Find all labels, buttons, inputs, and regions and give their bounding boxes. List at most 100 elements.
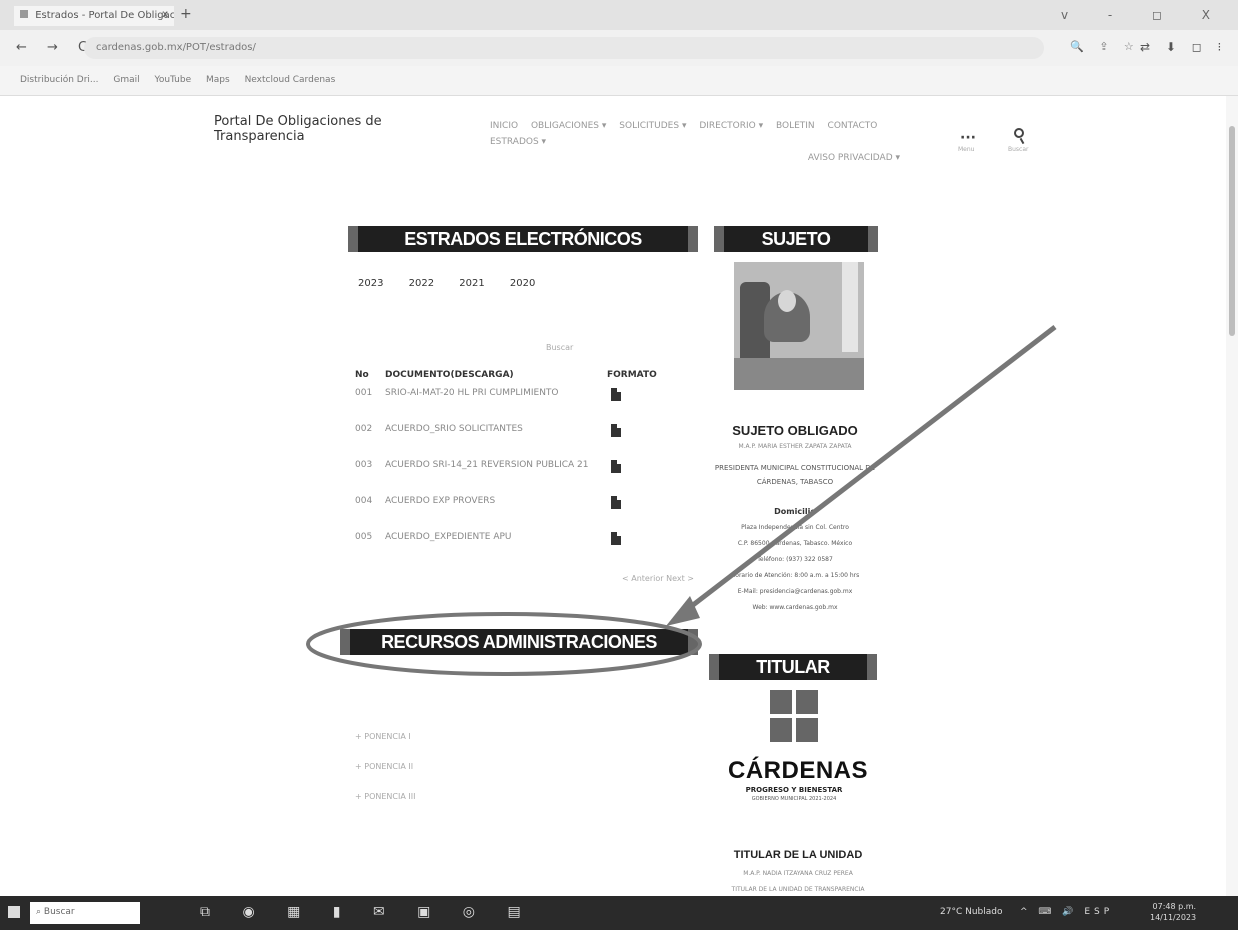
start-icon[interactable] [8, 906, 20, 918]
table-row: 003 ACUERDO SRI-14_21 REVERSION PUBLICA … [355, 460, 695, 496]
browser-tab-bar: Estrados - Portal De Obligacion x + v - … [0, 0, 1238, 30]
logo-wordmark: CÁRDENAS [728, 757, 869, 784]
tab-year[interactable]: 2022 [409, 278, 434, 289]
taskbar-search[interactable]: ⌕ Buscar [30, 902, 140, 924]
nav-item-inicio[interactable]: INICIO [490, 121, 518, 131]
more-menu-icon[interactable]: ··· [960, 130, 976, 146]
table-row: 005 ACUERDO_EXPEDIENTE APU [355, 532, 695, 568]
window-controls[interactable]: v - ◻ X [1061, 8, 1228, 22]
clock-time: 07:48 p.m. [1152, 902, 1197, 911]
contact-web[interactable]: Web: www.cardenas.gob.mx [708, 600, 882, 616]
url-action-icons[interactable]: 🔍 ⇪ ☆ [1070, 40, 1140, 53]
taskbar-search-text: Buscar [43, 907, 75, 917]
bookmarks-bar: Distribución Dri... Gmail YouTube Maps N… [0, 66, 1238, 96]
pdf-file-icon[interactable] [611, 496, 621, 509]
bookmark-item[interactable]: Gmail [113, 75, 139, 85]
contact-line: Plaza Independencia sin Col. Centro [741, 524, 849, 531]
col-formato: FORMATO [607, 370, 657, 380]
table-row: 002 ACUERDO_SRIO SOLICITANTES [355, 424, 695, 460]
tab-year[interactable]: 2021 [459, 278, 484, 289]
sujeto-title: SUJETO OBLIGADO [732, 423, 858, 438]
cardenas-logo-icon [770, 690, 818, 742]
tab-close-button[interactable]: x [162, 9, 168, 20]
new-tab-button[interactable]: + [180, 6, 192, 22]
col-no: No [355, 370, 369, 380]
titular-unidad-title: TITULAR DE LA UNIDAD [733, 849, 863, 861]
bookmark-item[interactable]: Nextcloud Cardenas [245, 75, 336, 85]
ponencia-link[interactable]: + PONENCIA II [355, 762, 415, 771]
nav-item-boletin[interactable]: BOLETIN [776, 121, 815, 131]
weather-widget[interactable]: 27°C Nublado [940, 907, 1002, 917]
contact-line: Teléfono: (937) 322 0587 [757, 556, 833, 563]
domicilio-label: Domicilio [774, 507, 816, 516]
nav-item-aviso-privacidad[interactable]: AVISO PRIVACIDAD ▾ [808, 153, 900, 163]
table-header: No DOCUMENTO(DESCARGA) FORMATO [355, 370, 695, 388]
extension-icons[interactable]: ⇄ ⬇ ◻ ⁝ [1140, 40, 1227, 54]
browser-tab[interactable]: Estrados - Portal De Obligacion x [14, 6, 174, 26]
row-document-link[interactable]: ACUERDO_SRIO SOLICITANTES [385, 424, 595, 434]
pdf-file-icon[interactable] [611, 388, 621, 401]
titular-role: TITULAR DE LA UNIDAD DE TRANSPARENCIA [731, 886, 865, 893]
site-title[interactable]: Portal De Obligaciones de Transparencia [214, 114, 414, 144]
estrados-banner: ESTRADOS ELECTRÓNICOS [348, 226, 698, 252]
tab-year[interactable]: 2020 [510, 278, 535, 289]
nav-item-directorio[interactable]: DIRECTORIO ▾ [699, 121, 763, 131]
system-tray[interactable]: ^ ⌨ 🔊 ESP [1020, 907, 1113, 917]
col-documento: DOCUMENTO(DESCARGA) [385, 370, 514, 380]
search-icon[interactable] [1012, 126, 1028, 145]
site-header: Portal De Obligaciones de Transparencia … [0, 96, 1238, 164]
table-row: 001 SRIO-AI-MAT-20 HL PRI CUMPLIMIENTO [355, 388, 695, 424]
search-icon: ⌕ [36, 907, 44, 917]
table-pagination[interactable]: < Anterior Next > [622, 574, 694, 583]
official-photo [734, 262, 864, 390]
row-number: 005 [355, 532, 373, 542]
year-tabs: 2023 2022 2021 2020 [358, 278, 557, 289]
logo-tagline: PROGRESO Y BIENESTAR [745, 786, 843, 794]
url-field[interactable]: cardenas.gob.mx/POT/estrados/ [84, 37, 1044, 59]
row-document-link[interactable]: ACUERDO_EXPEDIENTE APU [385, 532, 595, 542]
ponencia-link[interactable]: + PONENCIA I [355, 732, 415, 741]
pdf-file-icon[interactable] [611, 424, 621, 437]
page-scrollbar[interactable] [1226, 96, 1238, 896]
ponencia-link[interactable]: + PONENCIA III [355, 792, 415, 801]
tab-year[interactable]: 2023 [358, 278, 383, 289]
logo-period: GOBIERNO MUNICIPAL 2021-2024 [751, 796, 837, 802]
main-nav: INICIO OBLIGACIONES ▾ SOLICITUDES ▾ DIRE… [490, 118, 930, 166]
pdf-file-icon[interactable] [611, 532, 621, 545]
bookmark-item[interactable]: Distribución Dri... [20, 75, 99, 85]
row-document-link[interactable]: SRIO-AI-MAT-20 HL PRI CUMPLIMIENTO [385, 388, 595, 398]
sujeto-obligado-banner: SUJETO OBLIGADO [714, 226, 878, 275]
search-label: Buscar [1008, 146, 1029, 153]
nav-item-solicitudes[interactable]: SOLICITUDES ▾ [619, 121, 686, 131]
recursos-banner: RECURSOS ADMINISTRACIONES PASADAS [340, 629, 698, 678]
bookmark-item[interactable]: YouTube [155, 75, 192, 85]
titular-banner: TITULAR [709, 654, 877, 680]
windows-taskbar: ⌕ Buscar ⧉ ◉ ▦ ▮ ✉ ▣ ◎ ▤ 27°C Nublado ^ … [0, 896, 1238, 930]
clock[interactable]: 07:48 p.m. 14/11/2023 [1150, 901, 1196, 923]
row-document-link[interactable]: ACUERDO SRI-14_21 REVERSION PUBLICA 21 [385, 460, 595, 470]
sujeto-role: PRESIDENTA MUNICIPAL CONSTITUCIONAL DE C… [714, 464, 876, 486]
nav-item-estrados[interactable]: ESTRADOS ▾ [490, 137, 546, 147]
row-document-link[interactable]: ACUERDO EXP PROVERS [385, 496, 595, 506]
scrollbar-thumb[interactable] [1229, 126, 1235, 336]
favicon-icon [20, 10, 28, 18]
contact-line: Horario de Atención: 8:00 a.m. a 15:00 h… [730, 572, 860, 579]
nav-item-obligaciones[interactable]: OBLIGACIONES ▾ [531, 121, 606, 131]
nav-item-contacto[interactable]: CONTACTO [828, 121, 878, 131]
row-number: 004 [355, 496, 373, 506]
more-menu-label: Menu [958, 146, 975, 153]
pdf-file-icon[interactable] [611, 460, 621, 473]
bookmark-item[interactable]: Maps [206, 75, 230, 85]
contact-email[interactable]: E-Mail: presidencia@cardenas.gob.mx [708, 584, 882, 600]
table-row: 004 ACUERDO EXP PROVERS [355, 496, 695, 532]
row-number: 002 [355, 424, 373, 434]
row-number: 003 [355, 460, 373, 470]
clock-date: 14/11/2023 [1150, 913, 1197, 922]
taskbar-apps[interactable]: ⧉ ◉ ▦ ▮ ✉ ▣ ◎ ▤ [200, 904, 535, 920]
annotation-arrowhead [666, 596, 700, 626]
table-search-label[interactable]: Buscar [546, 343, 573, 352]
titular-name: M.A.P. NADIA ITZAYANA CRUZ PEREA [743, 870, 853, 877]
ponencias-list: + PONENCIA I + PONENCIA II + PONENCIA II… [355, 732, 415, 822]
sujeto-contact: Plaza Independencia sin Col. Centro C.P.… [708, 520, 882, 616]
tab-title: Estrados - Portal De Obligacion [35, 10, 174, 21]
